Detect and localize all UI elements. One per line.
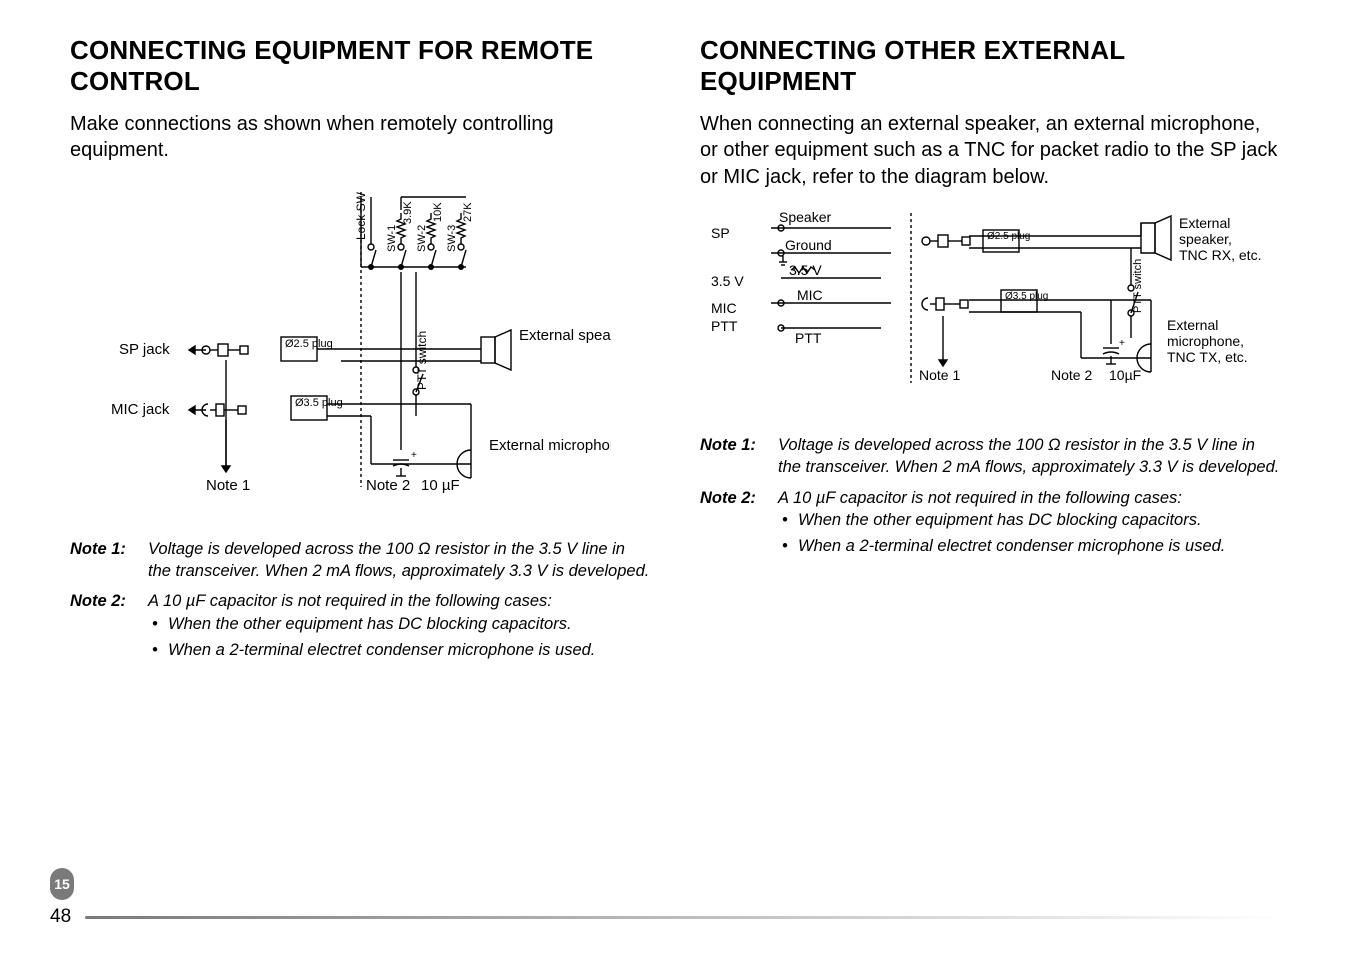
svg-text:10 µF: 10 µF <box>421 477 460 494</box>
note-label: Note 2: <box>70 590 134 665</box>
svg-text:Externalmicrophone,TNC TX, etc: Externalmicrophone,TNC TX, etc. <box>1167 317 1248 365</box>
left-note-2: Note 2: A 10 µF capacitor is not require… <box>70 590 652 665</box>
note-label: Note 1: <box>700 434 764 479</box>
note-body: A 10 µF capacitor is not required in the… <box>148 590 595 665</box>
svg-text:External speaker: External speaker <box>519 327 611 344</box>
page-number: 48 <box>50 906 71 928</box>
svg-text:Note 1: Note 1 <box>206 477 250 494</box>
left-note-1: Note 1: Voltage is developed across the … <box>70 538 652 583</box>
svg-text:10K: 10K <box>432 202 444 222</box>
svg-text:MIC jack: MIC jack <box>111 401 170 418</box>
svg-text:SW-2: SW-2 <box>416 224 428 251</box>
svg-text:10µF: 10µF <box>1109 367 1141 383</box>
svg-text:27K: 27K <box>462 202 474 222</box>
svg-text:PTT: PTT <box>795 330 822 346</box>
svg-text:Ø2.5 plug: Ø2.5 plug <box>987 231 1030 242</box>
note-subitem: When a 2-terminal electret condenser mic… <box>148 639 595 661</box>
right-section-title: CONNECTING OTHER EXTERNAL EQUIPMENT <box>700 35 1282 97</box>
svg-text:MIC: MIC <box>797 287 823 303</box>
note-label: Note 1: <box>70 538 134 583</box>
footer-rule <box>85 916 1282 919</box>
svg-text:SW-1: SW-1 <box>386 224 398 251</box>
right-diagram: + SP Speaker Ground 3.5 V 3.5 V <box>711 208 1271 408</box>
svg-text:PTT switch: PTT switch <box>1132 259 1144 313</box>
svg-text:SP jack: SP jack <box>119 341 170 358</box>
svg-text:Ø3.5 plug: Ø3.5 plug <box>1005 291 1048 302</box>
chapter-badge: 15 <box>50 868 74 900</box>
left-notes: Note 1: Voltage is developed across the … <box>70 538 652 665</box>
svg-text:External microphone: External microphone <box>489 437 611 454</box>
left-column: CONNECTING EQUIPMENT FOR REMOTE CONTROL … <box>70 35 652 673</box>
svg-text:Note 2: Note 2 <box>1051 367 1092 383</box>
note-subitem: When a 2-terminal electret condenser mic… <box>778 535 1225 557</box>
svg-text:Lock SW: Lock SW <box>354 191 368 240</box>
right-note-2: Note 2: A 10 µF capacitor is not require… <box>700 487 1282 562</box>
svg-text:Ø2.5 plug: Ø2.5 plug <box>285 338 333 350</box>
svg-text:+: + <box>1119 338 1125 349</box>
right-notes: Note 1: Voltage is developed across the … <box>700 434 1282 561</box>
svg-text:SW-3: SW-3 <box>446 224 458 251</box>
right-intro-text: When connecting an external speaker, an … <box>700 111 1282 190</box>
svg-text:MIC: MIC <box>711 300 737 316</box>
svg-text:PTT switch: PTT switch <box>415 331 429 390</box>
svg-text:3.5 V: 3.5 V <box>789 262 822 278</box>
svg-text:Note 2: Note 2 <box>366 477 410 494</box>
svg-text:PTT: PTT <box>711 318 738 334</box>
svg-text:Speaker: Speaker <box>779 209 831 225</box>
note-subitem: When the other equipment has DC blocking… <box>778 509 1225 531</box>
note-subitem: When the other equipment has DC blocking… <box>148 613 595 635</box>
svg-text:Ø3.5 plug: Ø3.5 plug <box>295 397 343 409</box>
left-intro-text: Make connections as shown when remotely … <box>70 111 652 164</box>
svg-text:Note 1: Note 1 <box>919 367 960 383</box>
svg-text:SP: SP <box>711 225 730 241</box>
right-note-1: Note 1: Voltage is developed across the … <box>700 434 1282 479</box>
left-diagram: + <box>111 182 611 512</box>
note-body: Voltage is developed across the 100 Ω re… <box>778 434 1282 479</box>
svg-text:Externalspeaker,TNC RX, etc.: Externalspeaker,TNC RX, etc. <box>1179 215 1261 263</box>
note-label: Note 2: <box>700 487 764 562</box>
page-footer: 15 48 <box>50 868 1282 928</box>
svg-text:+: + <box>411 450 417 461</box>
left-section-title: CONNECTING EQUIPMENT FOR REMOTE CONTROL <box>70 35 652 97</box>
svg-text:3.5 V: 3.5 V <box>711 273 744 289</box>
svg-text:3.9K: 3.9K <box>402 200 414 223</box>
note-body: Voltage is developed across the 100 Ω re… <box>148 538 652 583</box>
svg-text:Ground: Ground <box>785 237 832 253</box>
note-body: A 10 µF capacitor is not required in the… <box>778 487 1225 562</box>
right-column: CONNECTING OTHER EXTERNAL EQUIPMENT When… <box>700 35 1282 673</box>
